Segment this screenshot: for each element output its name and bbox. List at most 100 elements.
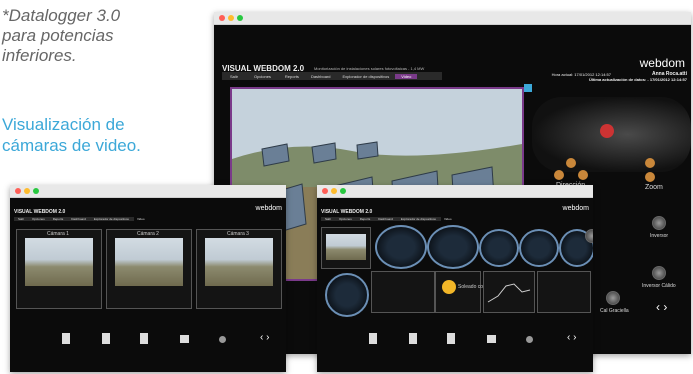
- note-line-1: *Datalogger 3.0: [2, 6, 121, 25]
- menu-reports[interactable]: Reports: [356, 217, 375, 221]
- window-chrome: [214, 12, 691, 25]
- direction-right-arrow-icon[interactable]: [578, 170, 588, 180]
- gauge-4: [519, 229, 559, 267]
- minimize-dot-icon[interactable]: [228, 15, 234, 21]
- heading-line-1: Visualización de: [2, 115, 125, 134]
- camera-thumb: [115, 238, 183, 286]
- gauge-3: [479, 229, 519, 267]
- zoom-label: Zoom: [645, 184, 663, 191]
- settings-icon[interactable]: [219, 336, 226, 343]
- cal-graciella-label: Cal Graciella: [600, 308, 629, 314]
- app-title: VISUAL WEBDOM 2.0: [14, 209, 66, 215]
- direction-left-arrow-icon[interactable]: [554, 170, 564, 180]
- menu-video[interactable]: Video: [133, 217, 149, 221]
- main-prev-next-arrows-icon[interactable]: ‹ ›: [656, 300, 667, 314]
- menu-explorer[interactable]: Explorador de dispositivos: [397, 217, 440, 221]
- prev-next-arrows-icon[interactable]: ‹ ›: [260, 332, 269, 343]
- line-chart-panel: [483, 271, 535, 313]
- inverter-label: Inversor: [650, 233, 669, 239]
- main-menubar: Salir Opciones Reports Dashboard Explora…: [222, 72, 442, 80]
- gauge-big: [325, 273, 369, 317]
- zoom-up-arrow-icon[interactable]: [645, 158, 655, 168]
- inverter-knob-icon[interactable]: [652, 216, 666, 230]
- inverter-warm-label: Inversor Cálido: [642, 283, 676, 289]
- gauge-1: [375, 225, 427, 269]
- prev-next-arrows-icon[interactable]: ‹ ›: [567, 332, 576, 343]
- inverter-knob[interactable]: [585, 229, 593, 243]
- camera-thumb: [326, 234, 366, 260]
- menu-opciones[interactable]: Opciones: [28, 217, 49, 221]
- maximize-dot-icon[interactable]: [237, 15, 243, 21]
- window-chrome: [10, 185, 286, 198]
- close-dot-icon[interactable]: [15, 188, 21, 194]
- maximize-dot-icon[interactable]: [33, 188, 39, 194]
- right-window: VISUAL WEBDOM 2.0 webdom Salir Opciones …: [317, 185, 593, 372]
- webdom-logo: webdom: [639, 56, 685, 70]
- camera-label: Cámara 1: [47, 231, 69, 237]
- video-heading: Visualización de cámaras de video.: [2, 114, 202, 156]
- camera-thumb: [25, 238, 93, 286]
- datalogger-note: *Datalogger 3.0 para potencias inferiore…: [2, 6, 202, 66]
- camera-icon[interactable]: [180, 335, 189, 343]
- menu-opciones[interactable]: Opciones: [335, 217, 356, 221]
- sun-icon: [442, 280, 456, 294]
- camera-label: Cámara 3: [227, 231, 249, 237]
- menu-video[interactable]: Video: [395, 73, 418, 79]
- camera-panel-3[interactable]: Cámara 3: [196, 229, 282, 309]
- menu-salir[interactable]: Salir: [222, 74, 246, 79]
- webdom-logo: webdom: [562, 205, 589, 212]
- close-dot-icon[interactable]: [322, 188, 328, 194]
- document-icon[interactable]: [369, 333, 377, 344]
- menu-reports[interactable]: Reports: [279, 74, 305, 79]
- weather-label: Soleado con: [458, 284, 486, 290]
- weather-panel: Soleado con: [435, 271, 486, 313]
- document-icon[interactable]: [102, 333, 110, 344]
- camera-thumb: [205, 238, 273, 286]
- menu-opciones[interactable]: Opciones: [246, 74, 279, 79]
- note-line-3: inferiores.: [2, 46, 77, 65]
- settings-icon[interactable]: [526, 336, 533, 343]
- data-table-panel-2: [537, 271, 591, 313]
- window-chrome: [317, 185, 593, 198]
- menu-salir[interactable]: Salir: [14, 217, 28, 221]
- menu-explorer[interactable]: Explorador de dispositivos: [337, 74, 396, 79]
- joystick-button[interactable]: [600, 124, 614, 138]
- menu-salir[interactable]: Salir: [321, 217, 335, 221]
- left-window: VISUAL WEBDOM 2.0 webdom Salir Opciones …: [10, 185, 286, 372]
- menu-dashboard[interactable]: Dashboard: [374, 217, 397, 221]
- minimize-dot-icon[interactable]: [24, 188, 30, 194]
- menubar: Salir Opciones Reports Dashboard Explora…: [14, 217, 145, 221]
- menubar: Salir Opciones Reports Dashboard Explora…: [321, 217, 452, 221]
- document-icon[interactable]: [140, 333, 148, 344]
- camera-panel-2[interactable]: Cámara 2: [106, 229, 192, 309]
- zoom-down-arrow-icon[interactable]: [645, 172, 655, 182]
- line-chart: [487, 283, 531, 303]
- document-icon[interactable]: [409, 333, 417, 344]
- camera-panel-1[interactable]: Cámara 1: [16, 229, 102, 309]
- camera-thumb-panel[interactable]: [321, 227, 371, 269]
- video-expand-icon[interactable]: [524, 84, 532, 92]
- webdom-logo: webdom: [255, 205, 282, 212]
- maximize-dot-icon[interactable]: [340, 188, 346, 194]
- menu-explorer[interactable]: Explorador de dispositivos: [90, 217, 133, 221]
- minimize-dot-icon[interactable]: [331, 188, 337, 194]
- direction-up-arrow-icon[interactable]: [566, 158, 576, 168]
- menu-dashboard[interactable]: Dashboard: [305, 74, 337, 79]
- gauge-2: [427, 225, 479, 269]
- close-dot-icon[interactable]: [219, 15, 225, 21]
- menu-video[interactable]: Video: [440, 217, 456, 221]
- app-subtitle: Monitorización de instalaciones solares …: [314, 66, 425, 71]
- menu-dashboard[interactable]: Dashboard: [67, 217, 90, 221]
- camera-label: Cámara 2: [137, 231, 159, 237]
- app-title: VISUAL WEBDOM 2.0: [321, 209, 373, 215]
- cal-graciella-knob-icon[interactable]: [606, 291, 620, 305]
- note-line-2: para potencias: [2, 26, 114, 45]
- heading-line-2: cámaras de video.: [2, 136, 141, 155]
- status-update: Última actualización de datos: - 17/01/2…: [588, 77, 687, 82]
- document-icon[interactable]: [62, 333, 70, 344]
- menu-reports[interactable]: Reports: [49, 217, 68, 221]
- camera-icon[interactable]: [487, 335, 496, 343]
- data-table-panel: [371, 271, 435, 313]
- document-icon[interactable]: [447, 333, 455, 344]
- inverter-warm-knob-icon[interactable]: [652, 266, 666, 280]
